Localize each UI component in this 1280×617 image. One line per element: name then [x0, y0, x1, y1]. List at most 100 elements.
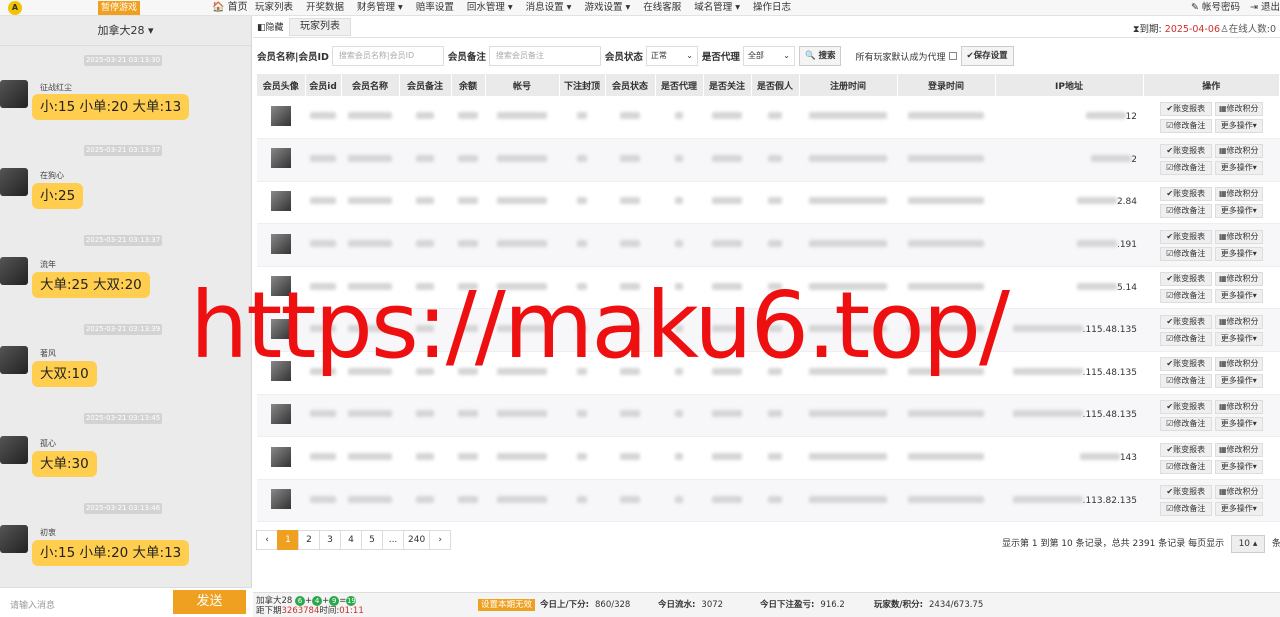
more-actions-button[interactable]: 更多操作▾ — [1214, 374, 1263, 389]
save-settings-button[interactable]: ✔保存设置 — [960, 46, 1014, 66]
avatar[interactable] — [271, 446, 291, 467]
home-link[interactable]: 🏠 首页 — [212, 1, 248, 15]
more-actions-button[interactable]: 更多操作▾ — [1214, 416, 1263, 431]
edit-points-button[interactable]: ▦修改积分 — [1214, 485, 1263, 500]
edit-note-button[interactable]: ☑修改备注 — [1159, 118, 1212, 133]
edit-points-button[interactable]: ▦修改积分 — [1214, 144, 1263, 159]
avatar[interactable] — [271, 276, 291, 297]
menu-rebate[interactable]: 回水管理 ▾ — [467, 1, 513, 15]
pause-game-button[interactable]: 暂停游戏 — [98, 1, 141, 15]
edit-points-button[interactable]: ▦修改积分 — [1214, 101, 1263, 116]
set-invalid-button[interactable]: 设置本期无效 — [478, 599, 536, 611]
edit-note-button[interactable]: ☑修改备注 — [1159, 331, 1212, 346]
col-status: 会员状态 — [605, 74, 656, 96]
edit-note-button[interactable]: ☑修改备注 — [1159, 374, 1212, 389]
edit-points-button[interactable]: ▦修改积分 — [1214, 229, 1263, 244]
edit-note-button[interactable]: ☑修改备注 — [1159, 289, 1212, 304]
menu-players[interactable]: 玩家列表 — [255, 1, 293, 15]
edit-note-button[interactable]: ☑修改备注 — [1159, 246, 1212, 261]
blurred-cell — [451, 351, 485, 395]
balance-report-button[interactable]: ✔账变报表 — [1159, 186, 1212, 201]
avatar[interactable] — [271, 148, 291, 169]
page-last-button[interactable]: 240 — [403, 530, 431, 550]
more-actions-button[interactable]: 更多操作▾ — [1214, 161, 1263, 176]
account-password-link[interactable]: ✎ 帐号密码 — [1191, 1, 1240, 15]
edit-note-button[interactable]: ☑修改备注 — [1159, 416, 1212, 431]
balance-report-button[interactable]: ✔账变报表 — [1159, 399, 1212, 414]
balance-report-button[interactable]: ✔账变报表 — [1159, 144, 1212, 159]
edit-note-button[interactable]: ☑修改备注 — [1159, 161, 1212, 176]
chat-input[interactable]: 请输入消息 发送 — [0, 587, 252, 617]
search-button[interactable]: 🔍 搜索 — [798, 46, 842, 66]
menu-domains[interactable]: 域名管理 ▾ — [694, 1, 740, 15]
more-actions-button[interactable]: 更多操作▾ — [1214, 331, 1263, 346]
avatar[interactable] — [271, 190, 291, 211]
avatar[interactable] — [0, 346, 28, 374]
blurred-ip — [1076, 282, 1117, 290]
member-note-input[interactable]: 搜索会员备注 — [488, 46, 601, 66]
menu-support[interactable]: 在线客服 — [643, 1, 681, 15]
blurred-cell — [897, 96, 995, 140]
more-actions-button[interactable]: 更多操作▾ — [1214, 289, 1263, 304]
avatar[interactable] — [271, 489, 291, 510]
edit-points-button[interactable]: ▦修改积分 — [1214, 272, 1263, 287]
avatar[interactable] — [0, 436, 28, 464]
blurred-value — [768, 453, 782, 461]
more-actions-button[interactable]: 更多操作▾ — [1214, 459, 1263, 474]
balance-report-button[interactable]: ✔账变报表 — [1159, 101, 1212, 116]
hide-sidebar-button[interactable]: ◧隐藏 — [257, 20, 284, 33]
balance-report-button[interactable]: ✔账变报表 — [1159, 229, 1212, 244]
balance-report-button[interactable]: ✔账变报表 — [1159, 314, 1212, 329]
table-row: 2.84 ✔账变报表 ▦修改积分 ☑修改备注 更多操作▾ — [257, 181, 1280, 225]
balance-report-button[interactable]: ✔账变报表 — [1159, 272, 1212, 287]
edit-note-button[interactable]: ☑修改备注 — [1159, 502, 1212, 517]
edit-note-button[interactable]: ☑修改备注 — [1159, 459, 1212, 474]
avatar[interactable] — [0, 525, 28, 553]
page-3-button[interactable]: 3 — [319, 530, 341, 550]
member-search-input[interactable]: 搜索会员名称|会员ID — [331, 46, 444, 66]
avatar[interactable] — [271, 361, 291, 382]
tab-player-list[interactable]: 玩家列表 — [289, 18, 351, 36]
balance-report-button[interactable]: ✔账变报表 — [1159, 442, 1212, 457]
menu-messages[interactable]: 消息设置 ▾ — [526, 1, 572, 15]
edit-points-button[interactable]: ▦修改积分 — [1214, 399, 1263, 414]
edit-points-button[interactable]: ▦修改积分 — [1214, 442, 1263, 457]
avatar[interactable] — [271, 233, 291, 254]
menu-odds[interactable]: 赔率设置 — [416, 1, 454, 15]
is-agent-select[interactable]: 全部 ⌄ — [742, 46, 795, 66]
menu-logs[interactable]: 操作日志 — [753, 1, 791, 15]
menu-game-settings[interactable]: 游戏设置 ▾ — [584, 1, 630, 15]
balance-report-button[interactable]: ✔账变报表 — [1159, 485, 1212, 500]
blurred-value — [577, 367, 587, 375]
page-size-select[interactable]: 10 ▴ — [1231, 535, 1265, 553]
prev-page-button[interactable]: ‹ — [256, 530, 278, 550]
avatar[interactable] — [0, 168, 28, 196]
member-status-select[interactable]: 正常 ⌄ — [645, 46, 698, 66]
edit-points-button[interactable]: ▦修改积分 — [1214, 357, 1263, 372]
balance-report-button[interactable]: ✔账变报表 — [1159, 357, 1212, 372]
next-page-button[interactable]: › — [429, 530, 452, 550]
default-agent-checkbox[interactable] — [948, 52, 957, 60]
edit-points-button[interactable]: ▦修改积分 — [1214, 186, 1263, 201]
more-actions-button[interactable]: 更多操作▾ — [1214, 246, 1263, 261]
more-actions-button[interactable]: 更多操作▾ — [1214, 203, 1263, 218]
more-actions-button[interactable]: 更多操作▾ — [1214, 502, 1263, 517]
menu-lottery-data[interactable]: 开奖数据 — [306, 1, 344, 15]
edit-note-button[interactable]: ☑修改备注 — [1159, 203, 1212, 218]
avatar[interactable] — [0, 257, 28, 285]
logout-link[interactable]: ⇥ 退出 — [1250, 1, 1280, 15]
page-5-button[interactable]: 5 — [361, 530, 383, 550]
more-actions-button[interactable]: 更多操作▾ — [1214, 118, 1263, 133]
blurred-value — [577, 282, 587, 290]
page-2-button[interactable]: 2 — [298, 530, 320, 550]
avatar[interactable] — [271, 403, 291, 424]
send-button[interactable]: 发送 — [173, 590, 246, 614]
avatar[interactable] — [0, 80, 28, 108]
avatar[interactable] — [271, 318, 291, 339]
edit-points-button[interactable]: ▦修改积分 — [1214, 314, 1263, 329]
chat-group-selector[interactable]: 加拿大28 ▾ — [0, 16, 251, 46]
avatar[interactable] — [271, 105, 291, 126]
menu-finance[interactable]: 财务管理 ▾ — [357, 1, 403, 15]
page-1-button[interactable]: 1 — [277, 530, 299, 550]
page-4-button[interactable]: 4 — [340, 530, 362, 550]
